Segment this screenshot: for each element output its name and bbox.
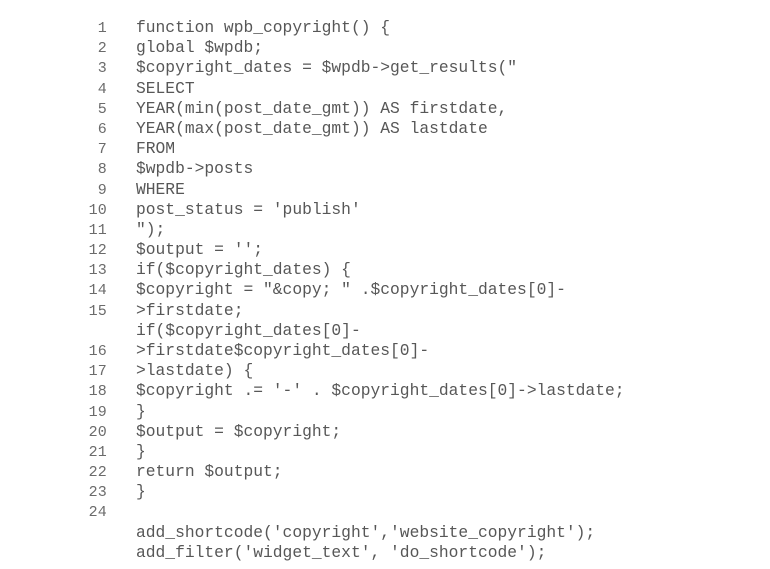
code-line: 3 $copyright_dates = $wpdb->get_results(" (0, 58, 770, 78)
line-number: 20 (88, 423, 107, 441)
line-number: 2 (97, 40, 107, 58)
code-line: 24 (0, 503, 770, 523)
line-number: 24 (88, 503, 107, 521)
line-number: 19 (88, 403, 107, 421)
line-content: $output = ''; (136, 240, 264, 260)
line-content: "); (136, 219, 166, 239)
code-line: 11 "); (0, 220, 770, 240)
line-number: 8 (97, 161, 107, 179)
code-line: if($copyright_dates[0]- (0, 321, 770, 341)
line-number: 21 (88, 443, 107, 461)
code-line: 16 >firstdate$copyright_dates[0]- (0, 341, 770, 361)
line-content: WHERE (136, 179, 185, 199)
code-line: 20 $output = $copyright; (0, 422, 770, 442)
line-content: $wpdb->posts (136, 159, 254, 179)
code-line: 17 >lastdate) { (0, 361, 770, 381)
line-content: } (136, 441, 146, 461)
code-block: 1 function wpb_copyright() { 2 global $wpdb… (0, 0, 770, 569)
line-content: } (136, 401, 146, 421)
line-content: >lastdate) { (136, 361, 254, 381)
code-line: 21} (0, 442, 770, 462)
line-content: FROM (136, 139, 176, 159)
line-number: 11 (88, 221, 107, 239)
line-number: 14 (88, 282, 107, 300)
line-number: 1 (97, 20, 107, 37)
code-line: 2 global $wpdb; (0, 38, 770, 58)
line-content: >firstdate$copyright_dates[0]- (136, 341, 430, 360)
line-number: 22 (88, 464, 107, 482)
code-line: 10 post_status = 'publish' (0, 200, 770, 220)
line-content: global $wpdb; (136, 38, 264, 58)
line-number: 7 (97, 141, 107, 159)
line-content: add_shortcode('copyright','website_copyr… (136, 522, 596, 542)
line-content: $copyright .= '-' . $copyright_dates[0]-… (136, 381, 625, 401)
code-line: 6 YEAR(max(post_date_gmt)) AS lastdate (0, 119, 770, 139)
line-content: if($copyright_dates) { (136, 260, 351, 280)
line-content: post_status = 'publish' (136, 199, 361, 219)
line-number: 4 (97, 80, 107, 98)
code-line: 7 FROM (0, 139, 770, 159)
code-line: 13 if($copyright_dates) { (0, 260, 770, 280)
line-content: SELECT (136, 78, 195, 98)
code-line: 15 >firstdate; (0, 301, 770, 321)
line-content: add_filter('widget_text', 'do_shortcode'… (136, 542, 547, 562)
code-line: 9 WHERE (0, 180, 770, 200)
line-number: 6 (97, 120, 107, 138)
code-line: 8 $wpdb->posts (0, 159, 770, 179)
line-content: >firstdate; (136, 300, 244, 320)
code-line: add_filter('widget_text', 'do_shortcode'… (0, 543, 770, 563)
code-line: 19} (0, 402, 770, 422)
line-number: 9 (97, 181, 107, 199)
line-number: 13 (88, 262, 107, 280)
line-number: 10 (88, 201, 107, 219)
line-number: 16 (88, 343, 107, 360)
line-number: 17 (88, 363, 107, 381)
line-content: $copyright_dates = $wpdb->get_results(" (136, 58, 518, 78)
code-line: 18 $copyright .= '-' . $copyright_dates[0… (0, 381, 770, 401)
code-line: 1 function wpb_copyright() { (0, 18, 770, 38)
line-content: function wpb_copyright() { (136, 18, 391, 37)
line-number: 5 (97, 100, 107, 118)
code-line: 22 return $output; (0, 462, 770, 482)
line-content: YEAR(min(post_date_gmt)) AS firstdate, (136, 98, 508, 118)
line-content: } (136, 482, 146, 502)
code-line: 14 $copyright = "&copy; " .$copyright_dat… (0, 280, 770, 300)
line-number: 18 (88, 383, 107, 401)
code-line: add_shortcode('copyright','website_copyr… (0, 523, 770, 543)
line-content: $output = $copyright; (136, 421, 342, 441)
line-number: 12 (88, 242, 107, 260)
line-content: $copyright = "&copy; " .$copyright_dates… (136, 280, 566, 300)
line-content: if($copyright_dates[0]- (136, 320, 361, 340)
code-line: 23} (0, 482, 770, 502)
code-line: 12 $output = ''; (0, 240, 770, 260)
line-content: YEAR(max(post_date_gmt)) AS lastdate (136, 118, 488, 138)
line-number: 15 (88, 302, 107, 320)
code-line: 4 SELECT (0, 79, 770, 99)
code-line: 5 YEAR(min(post_date_gmt)) AS firstdate, (0, 99, 770, 119)
line-number: 23 (88, 484, 107, 502)
line-number: 3 (97, 60, 107, 78)
line-content: return $output; (136, 462, 283, 482)
